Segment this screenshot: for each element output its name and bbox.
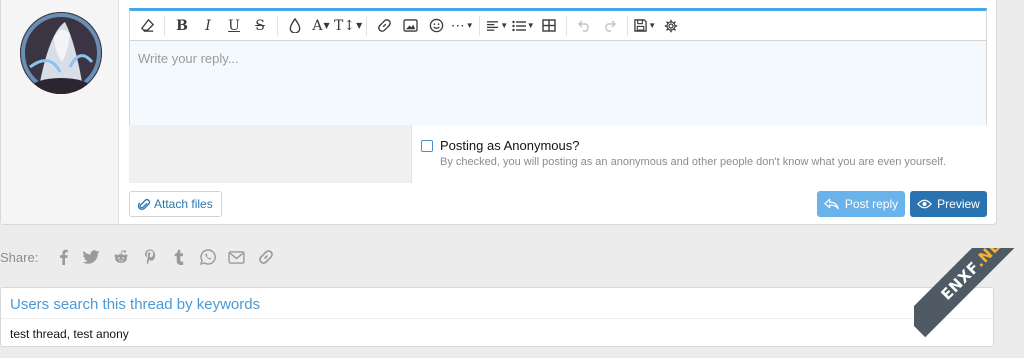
- toolbar-divider: [479, 15, 481, 36]
- more-options-icon[interactable]: ⋯ ▼: [449, 13, 475, 39]
- toolbar-divider: [164, 15, 165, 36]
- action-buttons-row: Attach files Post reply Preview: [129, 191, 987, 217]
- underline-icon[interactable]: U: [221, 13, 247, 39]
- avatar[interactable]: [20, 12, 102, 94]
- font-size-icon[interactable]: T↕ ▼: [334, 13, 362, 39]
- text-color-icon[interactable]: [282, 13, 308, 39]
- user-column: [1, 0, 119, 224]
- anonymous-checkbox[interactable]: [421, 140, 433, 152]
- share-bar: Share:: [0, 247, 280, 267]
- anonymous-label[interactable]: Posting as Anonymous?: [440, 138, 579, 153]
- editor-toolbar: B I U S A ▼ T↕ ▼ ⋯ ▼ ▼ ▼ ▼: [129, 8, 987, 40]
- toolbar-divider: [566, 15, 568, 36]
- drafts-icon[interactable]: ▼: [632, 13, 658, 39]
- facebook-icon[interactable]: [48, 247, 77, 267]
- post-reply-button[interactable]: Post reply: [817, 191, 905, 217]
- link-icon[interactable]: [371, 13, 397, 39]
- reddit-icon[interactable]: [106, 247, 135, 267]
- preview-label: Preview: [937, 197, 980, 211]
- redo-icon[interactable]: [597, 13, 623, 39]
- anonymous-option: Posting as Anonymous? By checked, you wi…: [411, 125, 987, 183]
- align-icon[interactable]: ▼: [484, 13, 510, 39]
- watermark-tld: .NET: [970, 248, 1012, 271]
- preview-button[interactable]: Preview: [910, 191, 987, 217]
- reply-editor: B I U S A ▼ T↕ ▼ ⋯ ▼ ▼ ▼ ▼ Write your re…: [129, 8, 987, 126]
- eraser-icon[interactable]: [134, 13, 160, 39]
- quick-reply-block: B I U S A ▼ T↕ ▼ ⋯ ▼ ▼ ▼ ▼ Write your re…: [0, 0, 997, 225]
- toolbar-divider: [627, 15, 629, 36]
- list-icon[interactable]: ▼: [510, 13, 536, 39]
- keywords-block: Users search this thread by keywords tes…: [0, 287, 994, 347]
- post-reply-label: Post reply: [844, 197, 899, 211]
- keywords-divider: [1, 318, 993, 319]
- reply-icon: [824, 198, 839, 210]
- keywords-title: Users search this thread by keywords: [10, 296, 261, 313]
- options-spacer: [129, 125, 411, 183]
- bold-icon[interactable]: B: [169, 13, 195, 39]
- attach-files-label: Attach files: [154, 197, 213, 211]
- toolbar-divider: [366, 15, 368, 36]
- post-options-row: Posting as Anonymous? By checked, you wi…: [129, 125, 987, 183]
- toolbar-divider: [277, 15, 278, 36]
- email-icon[interactable]: [222, 247, 251, 267]
- eye-icon: [917, 199, 933, 209]
- image-icon[interactable]: [397, 13, 423, 39]
- paperclip-icon: [138, 198, 150, 210]
- whatsapp-icon[interactable]: [193, 247, 222, 267]
- emoji-icon[interactable]: [423, 13, 449, 39]
- pinterest-icon[interactable]: [135, 247, 164, 267]
- settings-icon[interactable]: [658, 13, 684, 39]
- share-label: Share:: [0, 249, 39, 265]
- tumblr-icon[interactable]: [164, 247, 193, 267]
- twitter-icon[interactable]: [77, 247, 106, 267]
- strikethrough-icon[interactable]: S: [247, 13, 273, 39]
- share-link-icon[interactable]: [251, 247, 280, 267]
- attach-files-button[interactable]: Attach files: [129, 191, 222, 217]
- table-icon[interactable]: [536, 13, 562, 39]
- italic-icon[interactable]: I: [195, 13, 221, 39]
- font-family-icon[interactable]: A ▼: [308, 13, 334, 39]
- undo-icon[interactable]: [571, 13, 597, 39]
- reply-textarea[interactable]: Write your reply...: [129, 40, 987, 126]
- anonymous-hint: By checked, you will posting as an anony…: [440, 156, 946, 168]
- keywords-list: test thread, test anony: [10, 327, 129, 341]
